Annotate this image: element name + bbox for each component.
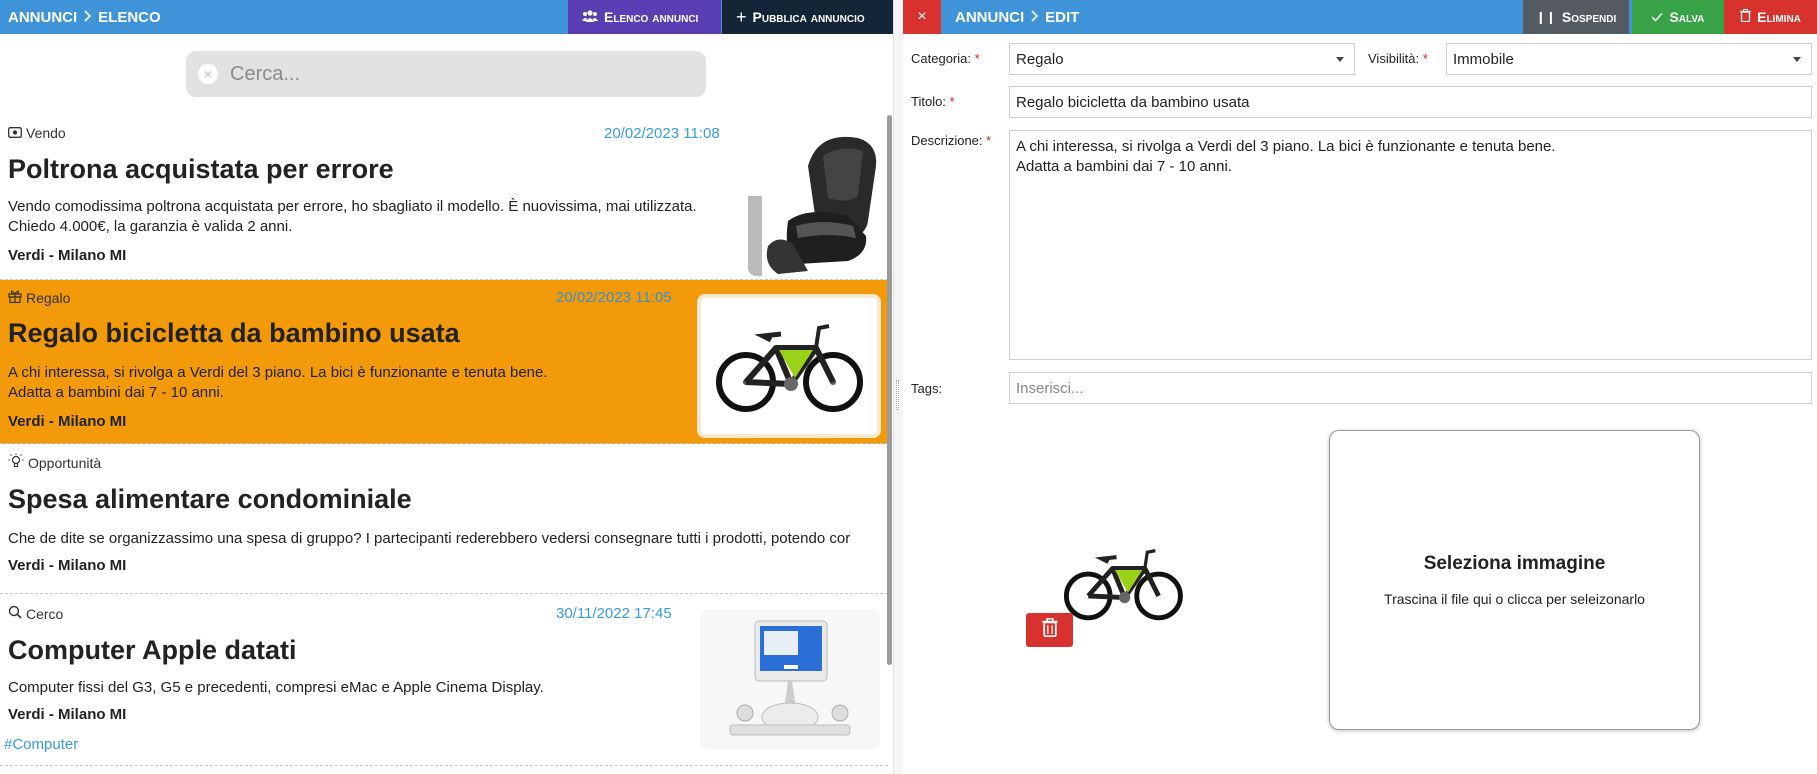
pause-icon: ❙❙ <box>1535 10 1556 24</box>
chevron-right-icon <box>1030 9 1039 26</box>
check-icon <box>1651 9 1664 25</box>
listing-date: 20/02/2023 11:08 <box>604 125 720 142</box>
image-dropzone[interactable]: Seleziona immagine Trascina il file qui … <box>1329 430 1700 730</box>
breadcrumb: ANNUNCI ELENCO <box>0 9 161 26</box>
listing-card[interactable]: Opportunità Spesa alimentare condominial… <box>0 444 888 594</box>
imac-image <box>700 609 880 749</box>
listings-pane: ANNUNCI ELENCO Elenco annunci + Pubblica… <box>0 0 893 774</box>
chevron-right-icon <box>83 9 92 26</box>
edit-topbar: × ANNUNCI EDIT ❙❙ Sospendi Salva Elimina <box>903 0 1817 34</box>
listing-location: Verdi - Milano MI <box>8 247 127 264</box>
bicycle-image <box>697 294 881 438</box>
listing-tag[interactable]: #Computer <box>4 736 78 753</box>
descrizione-label: Descrizione: * <box>911 133 992 148</box>
listing-description: A chi interessa, si rivolga a Verdi del … <box>8 364 548 401</box>
trash-icon <box>1740 9 1752 25</box>
listing-card[interactable]: Vendo 20/02/2023 11:08 Poltrona acquista… <box>0 116 888 280</box>
pubblica-annuncio-button[interactable]: + Pubblica annuncio <box>722 0 893 34</box>
listing-date: 20/02/2023 11:05 <box>556 289 672 306</box>
titolo-label: Titolo: * <box>911 94 955 109</box>
listing-category: Cerco <box>8 605 63 622</box>
pubblica-annuncio-label: Pubblica annuncio <box>752 9 865 25</box>
edit-pane: × ANNUNCI EDIT ❙❙ Sospendi Salva Elimina <box>903 0 1817 774</box>
breadcrumb-root[interactable]: ANNUNCI <box>8 9 77 26</box>
search-bar: × <box>186 51 706 97</box>
resize-grip-icon[interactable] <box>896 380 899 410</box>
tags-input[interactable]: Inserisci... <box>1009 372 1812 404</box>
elimina-button[interactable]: Elimina <box>1724 0 1817 34</box>
listing-title: Poltrona acquistata per errore <box>8 154 394 184</box>
listing-description: Che de dite se organizzassimo una spesa … <box>8 530 851 547</box>
listing-date: 30/11/2022 17:45 <box>556 605 672 622</box>
listing-description: Computer fissi del G3, G5 e precedenti, … <box>8 679 544 696</box>
banknote-icon <box>8 125 22 141</box>
breadcrumb-current: EDIT <box>1045 8 1080 26</box>
plus-icon: + <box>736 6 747 27</box>
listing-description: Vendo comodissima poltrona acquistata pe… <box>8 198 697 235</box>
tags-label: Tags: <box>911 381 943 396</box>
elenco-annunci-label: Elenco annunci <box>604 9 699 25</box>
close-icon: × <box>917 8 927 25</box>
listings-scrollbar[interactable] <box>887 115 892 665</box>
search-input[interactable] <box>230 62 650 86</box>
sospendi-button[interactable]: ❙❙ Sospendi <box>1523 0 1629 34</box>
elenco-annunci-button[interactable]: Elenco annunci <box>568 0 721 34</box>
users-icon <box>582 9 598 26</box>
search-icon <box>8 605 22 622</box>
breadcrumb-current: ELENCO <box>98 8 161 26</box>
listing-card[interactable]: Cerco 30/11/2022 17:45 Computer Apple da… <box>0 594 888 766</box>
listing-card-selected[interactable]: Regalo 20/02/2023 11:05 Regalo biciclett… <box>0 280 888 444</box>
dropzone-subtitle: Trascina il file qui o clicca per seleiz… <box>1384 591 1645 607</box>
titolo-input[interactable]: Regalo bicicletta da bambino usata <box>1009 86 1812 118</box>
listing-title: Computer Apple datati <box>8 635 297 665</box>
descrizione-textarea[interactable]: A chi interessa, si rivolga a Verdi del … <box>1009 130 1812 360</box>
listing-title: Regalo bicicletta da bambino usata <box>8 318 460 348</box>
listing-category: Opportunità <box>8 453 101 472</box>
gift-icon <box>8 289 22 306</box>
listing-location: Verdi - Milano MI <box>8 413 127 430</box>
categoria-label: Categoria: * <box>911 51 980 66</box>
clear-search-icon[interactable]: × <box>198 64 218 84</box>
breadcrumb-root[interactable]: ANNUNCI <box>955 9 1024 26</box>
trash-icon <box>1041 618 1058 642</box>
dropzone-title: Seleziona immagine <box>1423 553 1606 574</box>
listing-category: Vendo <box>8 125 66 141</box>
listing-category: Regalo <box>8 289 70 306</box>
breadcrumb: ANNUNCI EDIT <box>941 9 1079 26</box>
delete-image-button[interactable] <box>1026 613 1073 647</box>
visibilita-label: Visibilità: * <box>1368 51 1428 66</box>
categoria-select[interactable]: Regalo <box>1009 43 1355 75</box>
listing-location: Verdi - Milano MI <box>8 706 127 723</box>
visibilita-select[interactable]: Immobile <box>1446 43 1812 75</box>
salva-button[interactable]: Salva <box>1632 0 1724 34</box>
listings-topbar: ANNUNCI ELENCO Elenco annunci + Pubblica… <box>0 0 893 34</box>
massage-chair-image <box>748 126 888 276</box>
listing-location: Verdi - Milano MI <box>8 557 127 574</box>
lightbulb-icon <box>8 453 24 472</box>
listing-title: Spesa alimentare condominiale <box>8 484 412 514</box>
close-button[interactable]: × <box>903 0 941 34</box>
